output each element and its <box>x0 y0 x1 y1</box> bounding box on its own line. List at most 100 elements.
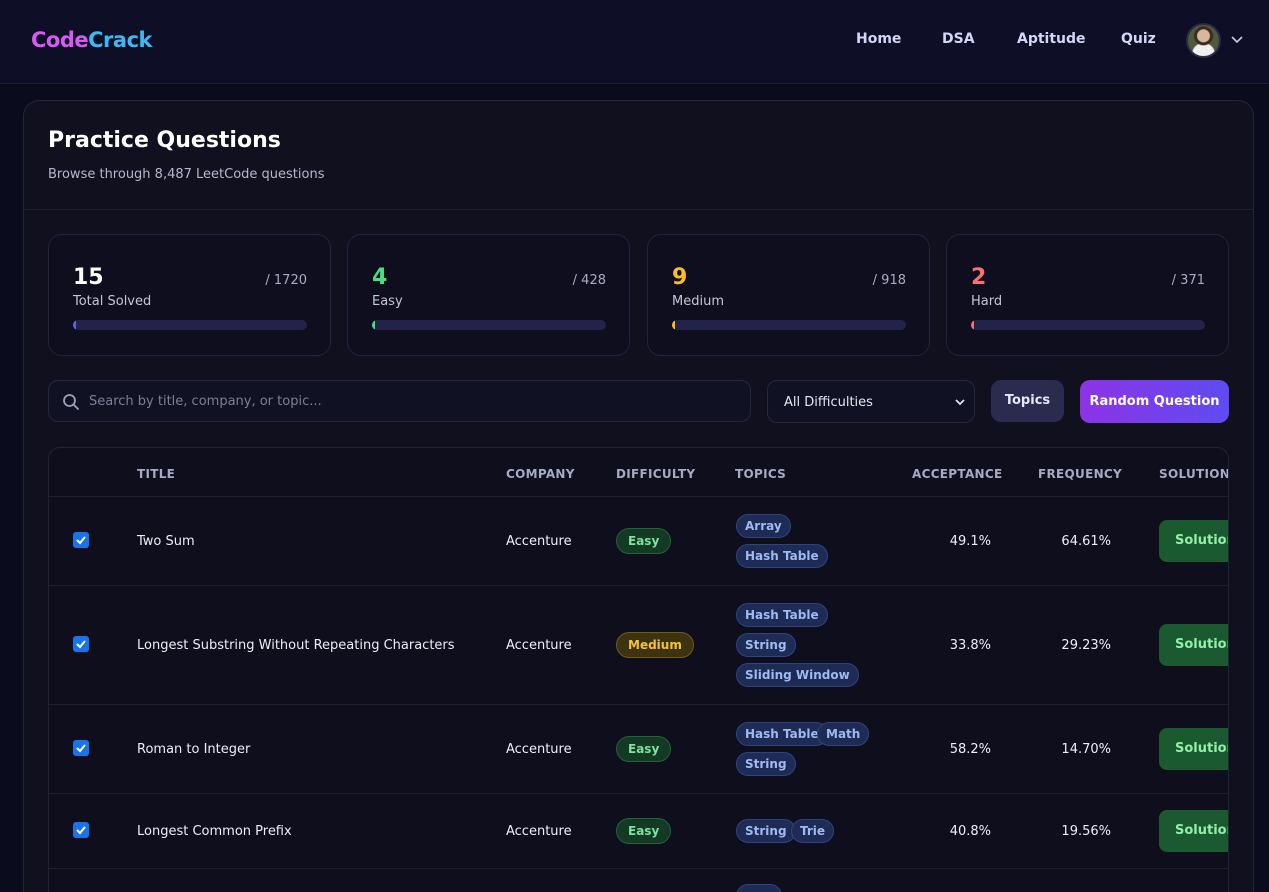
checkmark-icon <box>76 744 86 753</box>
difficulty-selected-value: All Difficulties <box>784 395 873 410</box>
nav-aptitude[interactable]: Aptitude <box>1017 31 1086 47</box>
search-input[interactable] <box>89 381 739 421</box>
acceptance-rate: 40.8% <box>949 824 991 839</box>
solution-button[interactable]: Solution <box>1159 624 1228 666</box>
logo-part-crack: Crack <box>88 28 152 52</box>
page-subtitle: Browse through 8,487 LeetCode questions <box>48 167 325 182</box>
topics-button[interactable]: Topics <box>991 380 1064 422</box>
stat-card-medium: 9 / 918 Medium <box>647 234 930 356</box>
stat-value: 2 <box>971 265 987 290</box>
stat-value: 9 <box>672 265 688 290</box>
row-divider <box>49 868 1228 869</box>
topic-tag[interactable]: Trie <box>791 819 835 843</box>
stat-label: Easy <box>372 294 403 309</box>
stat-total: / 918 <box>872 273 906 288</box>
solved-checkbox[interactable] <box>73 740 89 756</box>
acceptance-rate: 58.2% <box>949 742 991 757</box>
progress-bar <box>672 320 906 330</box>
column-header-company[interactable]: COMPANY <box>506 467 575 481</box>
page-title: Practice Questions <box>48 128 281 153</box>
stat-value: 4 <box>372 265 388 290</box>
topic-tag[interactable]: Hash Table <box>736 722 828 746</box>
nav-home[interactable]: Home <box>856 31 901 47</box>
checkmark-icon <box>76 536 86 545</box>
row-divider <box>49 585 1228 586</box>
checkmark-icon <box>76 640 86 649</box>
progress-fill <box>672 320 675 330</box>
column-header-topics[interactable]: TOPICS <box>735 467 786 481</box>
solution-button[interactable]: Solution <box>1159 810 1228 852</box>
column-header-frequency[interactable]: FREQUENCY <box>1038 467 1122 481</box>
column-header-solution[interactable]: SOLUTION <box>1159 467 1228 481</box>
solved-checkbox[interactable] <box>73 822 89 838</box>
question-title[interactable]: Roman to Integer <box>137 742 250 757</box>
question-company: Accenture <box>506 742 572 757</box>
questions-table: TITLE COMPANY DIFFICULTY TOPICS ACCEPTAN… <box>48 447 1229 892</box>
topic-tag[interactable]: String <box>736 819 796 843</box>
column-header-difficulty[interactable]: DIFFICULTY <box>616 467 695 481</box>
chevron-down-icon[interactable] <box>1231 33 1243 45</box>
topic-tag[interactable]: Math <box>817 722 870 746</box>
question-title[interactable]: Two Sum <box>137 534 195 549</box>
stat-total: / 371 <box>1171 273 1205 288</box>
progress-bar <box>73 320 307 330</box>
nav-quiz[interactable]: Quiz <box>1121 31 1156 47</box>
question-title[interactable]: Longest Common Prefix <box>137 824 292 839</box>
logo[interactable]: CodeCrack <box>31 28 152 52</box>
row-divider <box>49 496 1228 497</box>
solution-button[interactable]: Solution <box>1159 728 1228 770</box>
frequency-value: 64.61% <box>1061 534 1111 549</box>
topic-tag[interactable]: String <box>736 633 796 657</box>
search-icon <box>63 394 79 410</box>
question-company: Accenture <box>506 534 572 549</box>
difficulty-badge: Easy <box>616 818 672 844</box>
row-divider <box>49 793 1228 794</box>
nav-dsa[interactable]: DSA <box>942 31 975 47</box>
topic-tag[interactable]: Hash Table <box>736 603 828 627</box>
column-header-title[interactable]: TITLE <box>137 467 175 481</box>
logo-part-code: Code <box>31 28 89 52</box>
difficulty-badge: Medium <box>616 632 694 658</box>
row-divider <box>49 704 1228 705</box>
user-avatar[interactable] <box>1186 23 1221 58</box>
frequency-value: 29.23% <box>1061 638 1111 653</box>
difficulty-badge: Easy <box>616 528 672 554</box>
random-question-button[interactable]: Random Question <box>1080 380 1229 423</box>
stat-total: / 1720 <box>265 273 307 288</box>
search-box <box>48 380 751 422</box>
question-company: Accenture <box>506 824 572 839</box>
progress-bar <box>971 320 1205 330</box>
stat-total: / 428 <box>572 273 606 288</box>
topic-tag[interactable] <box>736 884 782 892</box>
stat-label: Medium <box>672 294 724 309</box>
column-header-acceptance[interactable]: ACCEPTANCE <box>912 467 1002 481</box>
acceptance-rate: 33.8% <box>949 638 991 653</box>
solved-checkbox[interactable] <box>73 636 89 652</box>
progress-bar <box>372 320 606 330</box>
divider <box>24 209 1253 210</box>
topic-tag[interactable]: String <box>736 752 796 776</box>
frequency-value: 14.70% <box>1061 742 1111 757</box>
difficulty-badge: Easy <box>616 736 672 762</box>
stat-label: Total Solved <box>73 294 152 309</box>
topic-tag[interactable]: Array <box>736 514 791 538</box>
progress-fill <box>73 320 76 330</box>
difficulty-select[interactable]: All Difficulties <box>767 380 975 423</box>
acceptance-rate: 49.1% <box>949 534 991 549</box>
frequency-value: 19.56% <box>1061 824 1111 839</box>
question-company: Accenture <box>506 638 572 653</box>
stat-card-hard: 2 / 371 Hard <box>946 234 1229 356</box>
progress-fill <box>971 320 974 330</box>
topic-tag[interactable]: Hash Table <box>736 544 828 568</box>
stat-card-total: 15 / 1720 Total Solved <box>48 234 331 356</box>
solved-checkbox[interactable] <box>73 532 89 548</box>
solution-button[interactable]: Solution <box>1159 520 1228 562</box>
progress-fill <box>372 320 375 330</box>
stat-label: Hard <box>971 294 1003 309</box>
top-navbar: CodeCrack Home DSA Aptitude Quiz <box>0 0 1269 84</box>
chevron-down-icon <box>955 399 965 406</box>
topic-tag[interactable]: Sliding Window <box>736 663 859 687</box>
checkmark-icon <box>76 826 86 835</box>
question-title[interactable]: Longest Substring Without Repeating Char… <box>137 638 455 653</box>
stat-value: 15 <box>73 265 104 290</box>
